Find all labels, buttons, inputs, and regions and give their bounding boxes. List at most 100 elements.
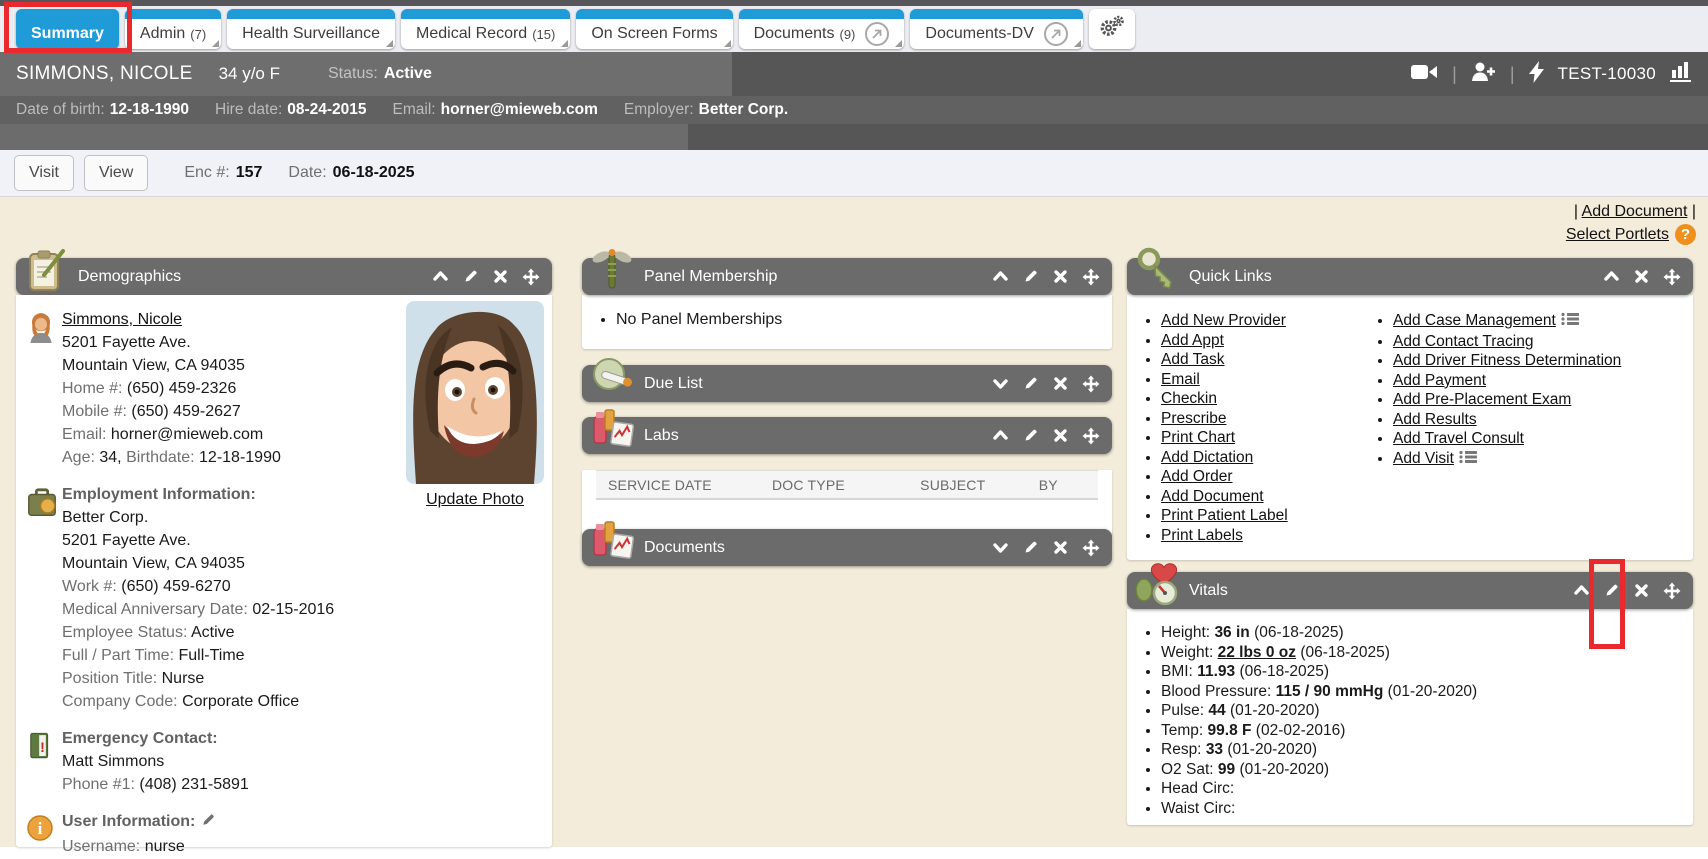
user-info-heading: User Information: [62, 813, 195, 830]
add-person-icon[interactable] [1471, 62, 1496, 86]
patient-name-link[interactable]: Simmons, Nicole [62, 311, 182, 328]
vital-waist-circ: Waist Circ: [1161, 799, 1693, 819]
portlet-panel-membership: Panel Membership No Panel Memberships [582, 258, 1112, 349]
user-info-heading-line: User Information: [62, 811, 216, 835]
add-payment-link[interactable]: Add Payment [1393, 372, 1486, 389]
add-task-link[interactable]: Add Task [1161, 351, 1224, 368]
link-item: Add Order [1161, 467, 1359, 487]
add-document-link[interactable]: Add Document [1161, 488, 1264, 505]
tab-admin[interactable]: Admin (7) [125, 9, 221, 49]
tab-documents-dv[interactable]: Documents-DV [910, 9, 1082, 49]
move-icon[interactable] [1082, 427, 1100, 445]
move-icon[interactable] [1082, 539, 1100, 557]
popout-arrow-icon[interactable] [1044, 22, 1068, 46]
close-icon[interactable] [492, 268, 509, 285]
tab-medical-record[interactable]: Medical Record (15) [401, 9, 570, 49]
collapse-icon[interactable] [1603, 268, 1620, 285]
patient-identity-row: SIMMONS, NICOLE 34 y/o F Status: Active [16, 52, 432, 96]
dob-field: Date of birth:12-18-1990 [16, 101, 189, 119]
view-button[interactable]: View [84, 155, 148, 191]
emergency-name: Matt Simmons [62, 751, 249, 773]
add-contact-tracing-link[interactable]: Add Contact Tracing [1393, 333, 1533, 350]
tab-documents[interactable]: Documents (9) [739, 9, 905, 49]
key-icon [1133, 246, 1181, 294]
collapse-icon[interactable] [1573, 582, 1590, 599]
link-item: Add Task [1161, 350, 1359, 370]
add-pre-placement-exam-link[interactable]: Add Pre-Placement Exam [1393, 391, 1571, 408]
tab-settings-button[interactable] [1089, 9, 1135, 49]
prescribe-link[interactable]: Prescribe [1161, 410, 1226, 427]
print-chart-link[interactable]: Print Chart [1161, 429, 1235, 446]
add-new-provider-link[interactable]: Add New Provider [1161, 312, 1286, 329]
list-menu-icon[interactable] [1459, 450, 1477, 470]
select-portlets-link[interactable]: Select Portlets [1566, 226, 1669, 244]
visit-button[interactable]: Visit [14, 155, 74, 191]
add-case-management-link[interactable]: Add Case Management [1393, 312, 1556, 329]
weight-value-link[interactable]: 22 lbs 0 oz [1218, 644, 1296, 661]
portlet-controls [1573, 572, 1681, 609]
tab-on-screen-forms[interactable]: On Screen Forms [576, 9, 732, 49]
edit-pencil-icon[interactable] [1603, 582, 1620, 599]
add-visit-link[interactable]: Add Visit [1393, 450, 1454, 467]
close-icon[interactable] [1633, 582, 1650, 599]
vital-height: Height: 36 in (06-18-2025) [1161, 623, 1693, 643]
lightning-bolt-icon[interactable] [1529, 61, 1544, 88]
vitals-content: Height: 36 in (06-18-2025) Weight: 22 lb… [1127, 609, 1693, 825]
edit-pencil-icon[interactable] [200, 812, 216, 835]
close-icon[interactable] [1052, 268, 1069, 285]
flowsheet-chart-icon[interactable] [1670, 61, 1694, 87]
tab-health-surveillance[interactable]: Health Surveillance [227, 9, 395, 49]
checkin-link[interactable]: Checkin [1161, 390, 1217, 407]
mobile-phone-line: Mobile #: (650) 459-2627 [62, 401, 281, 423]
add-appt-link[interactable]: Add Appt [1161, 332, 1224, 349]
full-part-time-value: Full-Time [178, 647, 244, 664]
edit-pencil-icon[interactable] [1022, 375, 1039, 392]
collapse-icon[interactable] [432, 268, 449, 285]
employment-lines: Employment Information: Better Corp. 520… [62, 484, 334, 714]
tab-summary[interactable]: Summary [16, 9, 119, 49]
add-document-link[interactable]: Add Document [1582, 203, 1688, 220]
edit-pencil-icon[interactable] [1022, 427, 1039, 444]
email-label: Email: [62, 426, 106, 443]
video-camera-icon[interactable] [1411, 63, 1438, 86]
enc-number-value: 157 [236, 164, 263, 182]
expand-icon[interactable] [992, 539, 1009, 556]
list-menu-icon[interactable] [1561, 312, 1579, 332]
labs-col-service-date: SERVICE DATE [596, 477, 772, 493]
print-labels-link[interactable]: Print Labels [1161, 527, 1243, 544]
link-item: Print Patient Label [1161, 506, 1359, 526]
email-link[interactable]: Email [1161, 371, 1200, 388]
collapse-icon[interactable] [992, 427, 1009, 444]
popout-arrow-icon[interactable] [865, 22, 889, 46]
panel-membership-header: Panel Membership [582, 258, 1112, 295]
add-travel-consult-link[interactable]: Add Travel Consult [1393, 430, 1524, 447]
print-patient-label-link[interactable]: Print Patient Label [1161, 507, 1288, 524]
move-icon[interactable] [1663, 582, 1681, 600]
close-icon[interactable] [1052, 539, 1069, 556]
add-results-link[interactable]: Add Results [1393, 411, 1477, 428]
add-order-link[interactable]: Add Order [1161, 468, 1233, 485]
contact-lines: Simmons, Nicole 5201 Fayette Ave. Mounta… [62, 309, 281, 470]
move-icon[interactable] [1663, 268, 1681, 286]
collapse-icon[interactable] [992, 268, 1009, 285]
add-dictation-link[interactable]: Add Dictation [1161, 449, 1253, 466]
edit-pencil-icon[interactable] [1022, 268, 1039, 285]
close-icon[interactable] [1633, 268, 1650, 285]
patient-header-actions: | | TEST-10030 [1411, 52, 1694, 96]
move-icon[interactable] [1082, 268, 1100, 286]
expand-icon[interactable] [992, 375, 1009, 392]
update-photo-link[interactable]: Update Photo [426, 491, 524, 509]
help-icon[interactable]: ? [1675, 224, 1696, 245]
labs-header: Labs [582, 417, 1112, 454]
edit-pencil-icon[interactable] [462, 268, 479, 285]
anniversary-value: 02-15-2016 [252, 601, 334, 618]
close-icon[interactable] [1052, 427, 1069, 444]
move-icon[interactable] [522, 268, 540, 286]
edit-pencil-icon[interactable] [1022, 539, 1039, 556]
move-icon[interactable] [1082, 375, 1100, 393]
full-part-time-label: Full / Part Time: [62, 647, 174, 664]
dob-label: Date of birth: [16, 101, 105, 118]
add-driver-fitness-link[interactable]: Add Driver Fitness Determination [1393, 352, 1621, 369]
close-icon[interactable] [1052, 375, 1069, 392]
vital-pulse: Pulse: 44 (01-20-2020) [1161, 701, 1693, 721]
